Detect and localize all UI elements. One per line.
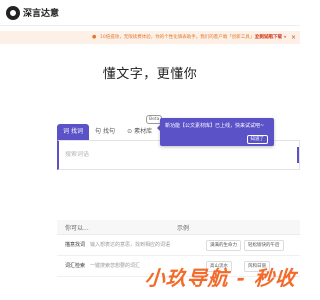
table-row: 描意找词 输入想表达的意思，找到相应的词语 满满的生命力 轻松愉快的午后 bbox=[57, 235, 300, 256]
bell-icon: ● bbox=[92, 34, 97, 40]
search-mode-tabs: 词 找词 句 找句 ⊙ 素材库 bbox=[57, 124, 158, 140]
logo-text: 深言达意 bbox=[23, 9, 60, 19]
watermark: 小玖导航 - 秒收 bbox=[144, 266, 297, 290]
tab-find-sentence[interactable]: 句 找句 bbox=[89, 124, 121, 140]
tab-label: 找词 bbox=[71, 128, 84, 135]
search-accent bbox=[297, 147, 299, 163]
announcement-text: 10倍提效，无限续费体验，你的个性化填表助手。我们的客户端「创新工具」正式发布。 bbox=[100, 35, 277, 40]
tab-label: 找句 bbox=[103, 128, 116, 135]
example-chip[interactable]: 轻松愉快的午后 bbox=[244, 240, 284, 251]
row-description: 一键搜索您想要的词汇 bbox=[90, 263, 141, 269]
tooltip-arrow bbox=[157, 125, 160, 131]
download-link[interactable]: 立刻试用下载 » bbox=[255, 31, 286, 44]
logo-icon bbox=[6, 5, 20, 20]
tooltip-text: 新功能【公文素材库】已上线，快来试试吧~ bbox=[165, 123, 265, 129]
column-header: 你可以... bbox=[65, 225, 89, 232]
word-icon: 词 bbox=[63, 128, 70, 135]
new-feature-tooltip: 新功能【公文素材库】已上线，快来试试吧~ 知道了 bbox=[157, 118, 274, 146]
example-chip[interactable]: 满满的生命力 bbox=[206, 240, 241, 251]
top-header: 深言达意 bbox=[0, 0, 300, 26]
logo[interactable]: 深言达意 bbox=[6, 4, 59, 21]
tab-label: 素材库 bbox=[134, 128, 153, 135]
announcement-bar: ● 10倍提效，无限续费体验，你的个性化填表助手。我们的客户端「创新工具」正式发… bbox=[0, 31, 300, 44]
sentence-icon: 句 bbox=[95, 128, 102, 135]
tab-material-library[interactable]: ⊙ 素材库 bbox=[121, 124, 158, 140]
row-title: 词汇检索 bbox=[65, 263, 86, 269]
got-it-button[interactable]: 知道了 bbox=[246, 135, 268, 144]
close-icon[interactable]: × bbox=[291, 31, 296, 44]
table-header: 你可以... 示例 bbox=[57, 220, 300, 235]
page-slogan: 懂文字，更懂你 bbox=[102, 67, 198, 82]
library-icon: ⊙ bbox=[127, 128, 133, 135]
row-title: 描意找词 bbox=[65, 242, 86, 248]
search-input[interactable] bbox=[65, 151, 295, 158]
column-header: 示例 bbox=[177, 225, 190, 232]
tab-find-word[interactable]: 词 找词 bbox=[57, 124, 90, 140]
row-description: 输入想表达的意思，找到相应的词语 bbox=[90, 242, 171, 248]
